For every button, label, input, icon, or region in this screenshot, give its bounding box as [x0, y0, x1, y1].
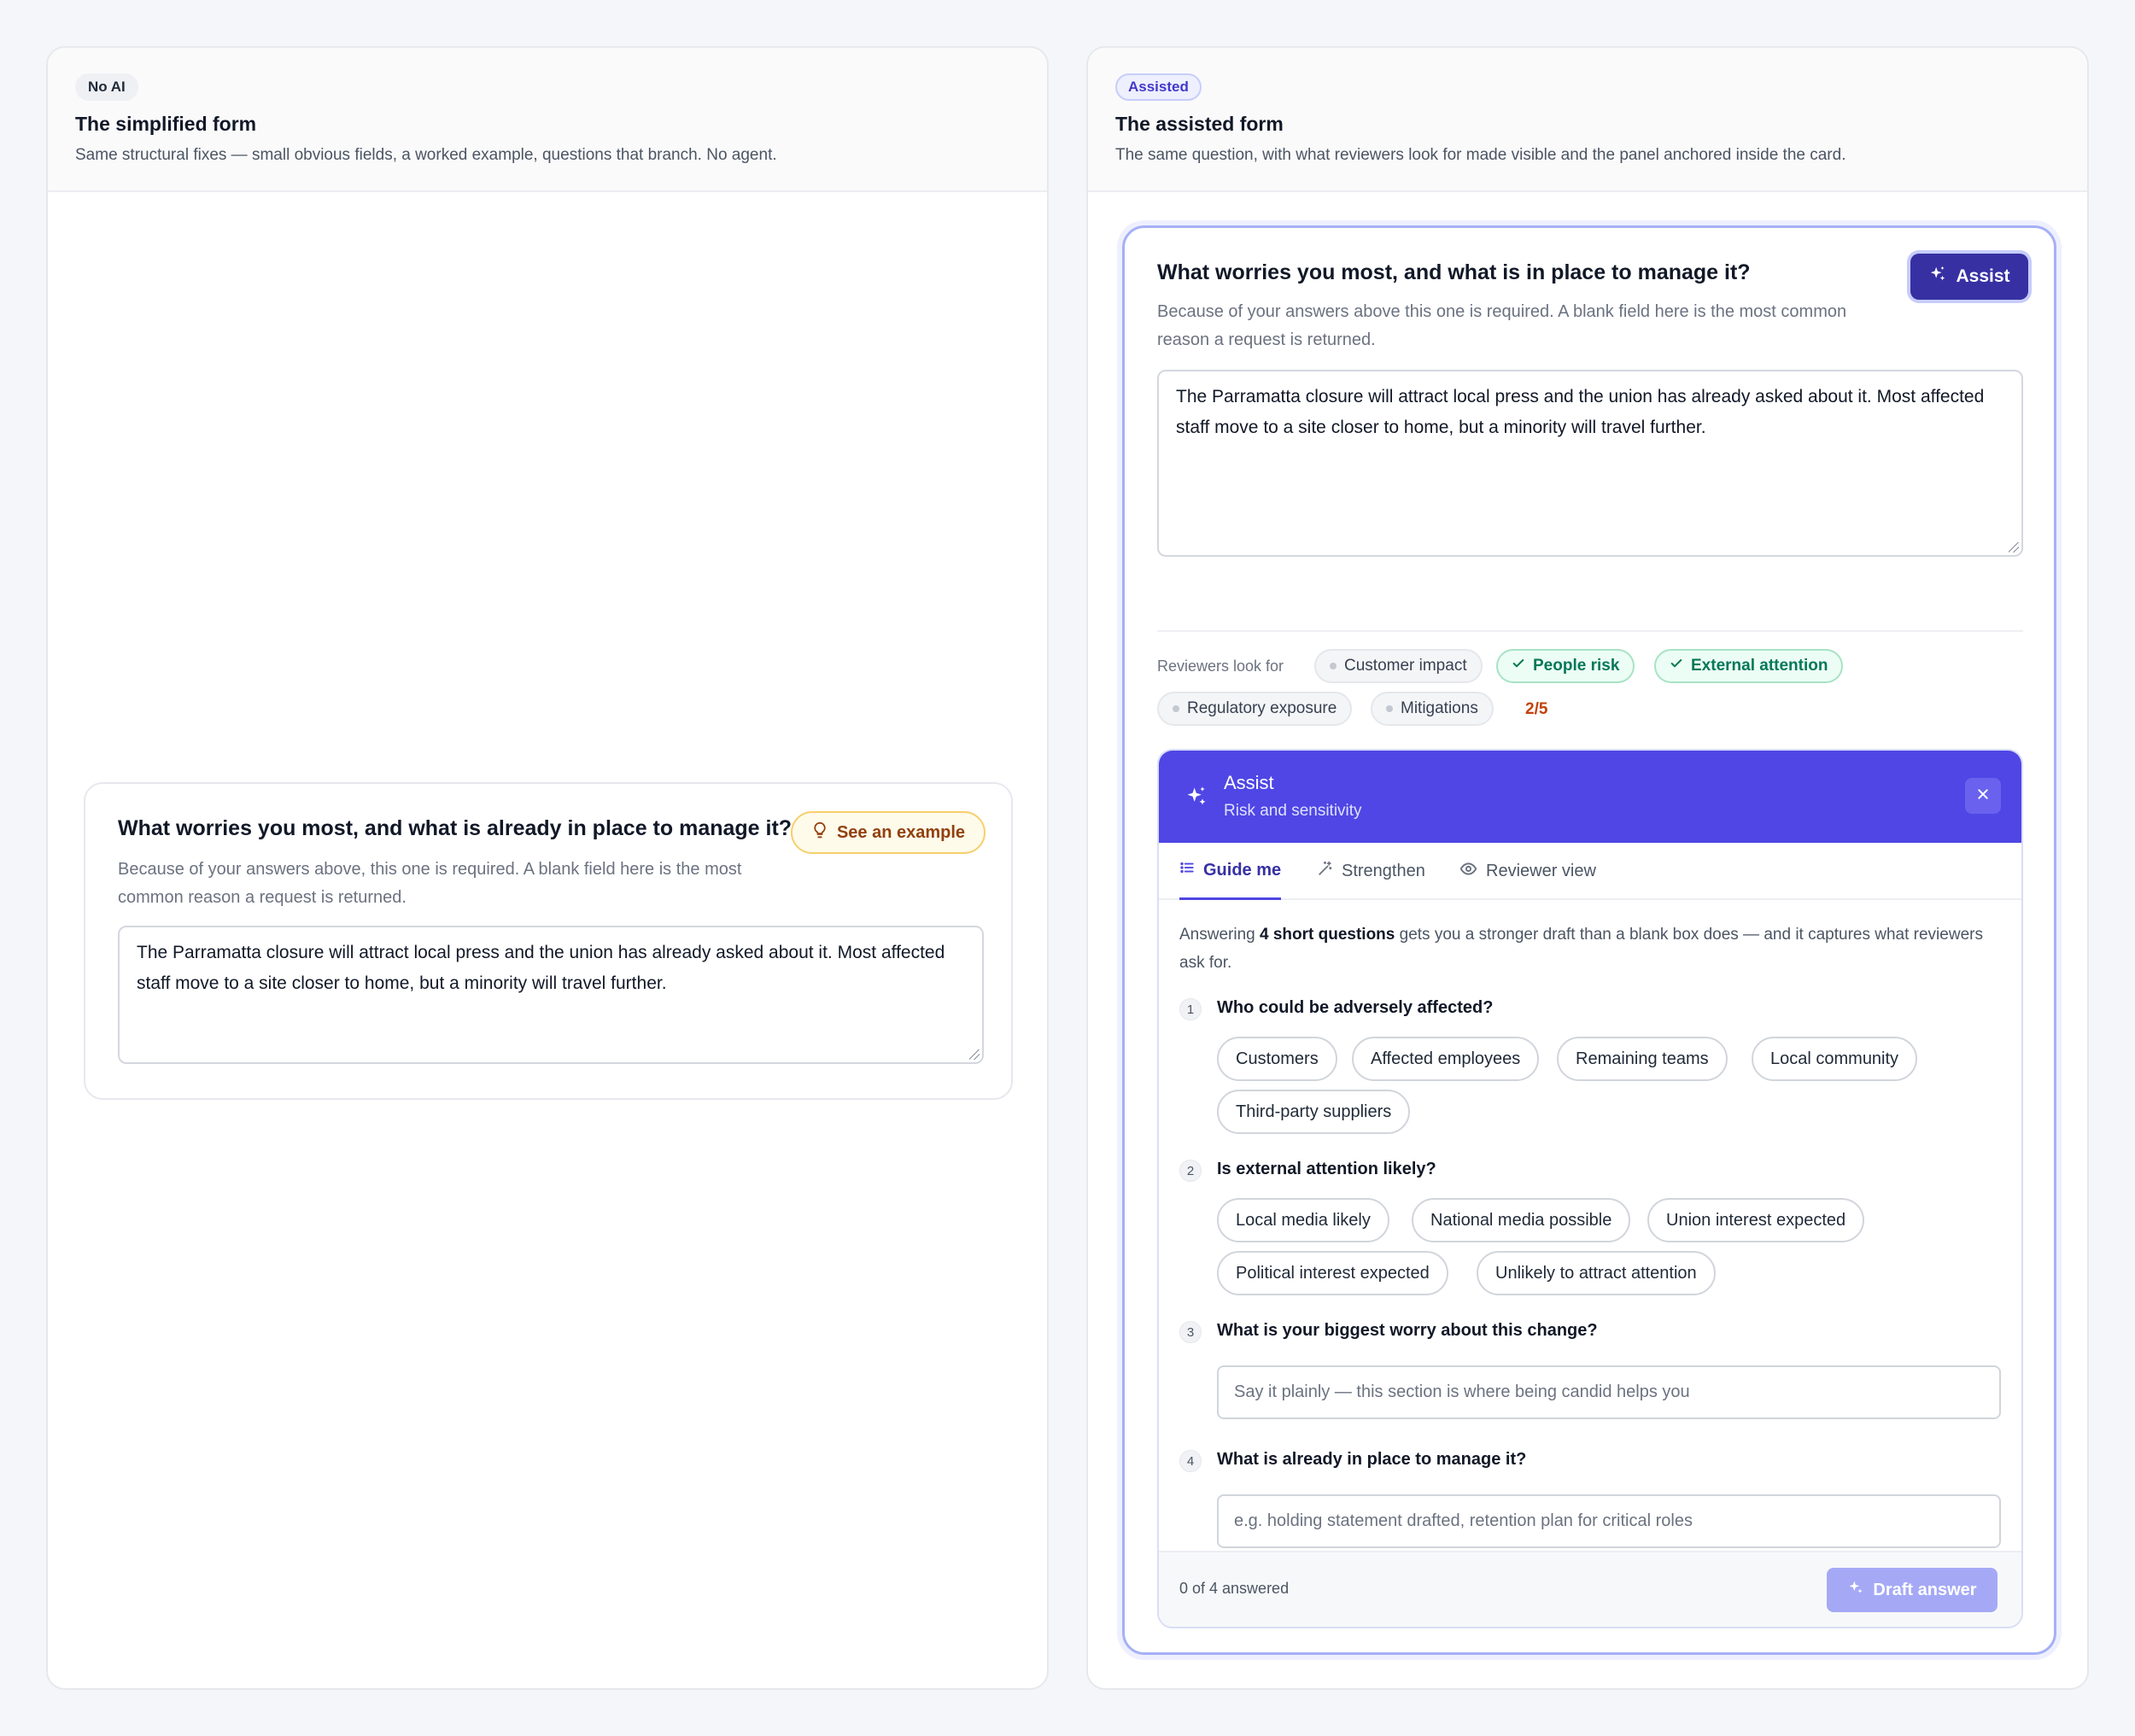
- intro-text: Answering: [1179, 926, 1260, 944]
- pending-dot-icon: [1386, 705, 1393, 712]
- guide-me-content: Answering 4 short questions gets you a s…: [1159, 900, 2021, 1600]
- worry-input[interactable]: Say it plainly — this section is where b…: [1217, 1365, 2001, 1419]
- question-title: What worries you most, and what is in pl…: [1157, 260, 1751, 284]
- assist-tabs: Guide me Strengthen Reviewer view: [1159, 843, 2021, 900]
- chip-label: People risk: [1533, 657, 1620, 675]
- close-button[interactable]: [1965, 778, 2001, 814]
- panel-title: The assisted form: [1115, 113, 1284, 135]
- divider: [1157, 630, 2023, 632]
- mitigation-input[interactable]: e.g. holding statement drafted, retentio…: [1217, 1494, 2001, 1548]
- check-icon: [1670, 657, 1683, 675]
- question-number: 2: [1179, 1160, 1202, 1182]
- close-icon: [1976, 787, 1990, 805]
- question-number: 4: [1179, 1450, 1202, 1472]
- criterion-chip-regulatory-exposure: Regulatory exposure: [1157, 692, 1353, 726]
- criterion-chip-external-attention: External attention: [1654, 649, 1844, 683]
- pending-dot-icon: [1330, 663, 1337, 669]
- assist-panel-title: Assist: [1224, 772, 1274, 793]
- see-example-button[interactable]: See an example: [791, 811, 986, 854]
- option-chip[interactable]: Customers: [1217, 1037, 1337, 1081]
- option-chip[interactable]: Union interest expected: [1647, 1198, 1865, 1242]
- criterion-chip-mitigations: Mitigations: [1371, 692, 1494, 726]
- option-chip[interactable]: Remaining teams: [1557, 1037, 1728, 1081]
- question-card: What worries you most, and what is alrea…: [84, 782, 1013, 1100]
- no-ai-tag: No AI: [75, 73, 138, 101]
- tab-reviewer-view[interactable]: Reviewer view: [1459, 843, 1596, 900]
- tab-label: Strengthen: [1342, 862, 1425, 880]
- intro-bold: 4 short questions: [1260, 926, 1395, 944]
- tab-strengthen[interactable]: Strengthen: [1317, 843, 1425, 900]
- option-chip[interactable]: Unlikely to attract attention: [1477, 1251, 1716, 1295]
- option-chip[interactable]: Local media likely: [1217, 1198, 1389, 1242]
- magic-wand-icon: [1317, 861, 1333, 882]
- answer-textarea[interactable]: The Parramatta closure will attract loca…: [1157, 370, 2023, 557]
- guide-question: What is your biggest worry about this ch…: [1217, 1321, 1598, 1340]
- pending-dot-icon: [1173, 705, 1179, 712]
- assist-panel: Assist Risk and sensitivity Guide me Str…: [1157, 749, 2023, 1628]
- sparkle-icon: [1928, 265, 1947, 289]
- panel-subtitle: The same question, with what reviewers l…: [1115, 146, 1846, 164]
- criterion-chip-people-risk: People risk: [1496, 649, 1635, 683]
- input-placeholder: e.g. holding statement drafted, retentio…: [1234, 1511, 1693, 1530]
- option-chip[interactable]: National media possible: [1412, 1198, 1631, 1242]
- assisted-tag: Assisted: [1115, 73, 1202, 101]
- assist-button-label: Assist: [1956, 266, 2010, 286]
- list-icon: [1179, 860, 1195, 880]
- answer-text: The Parramatta closure will attract loca…: [1176, 387, 1985, 437]
- see-example-label: See an example: [836, 822, 966, 842]
- answer-text: The Parramatta closure will attract loca…: [137, 943, 945, 993]
- guide-question: Is external attention likely?: [1217, 1160, 1436, 1178]
- question-help: Because of your answers above this one i…: [1157, 302, 1847, 349]
- tab-label: Reviewer view: [1486, 862, 1596, 880]
- assist-panel-header: Assist Risk and sensitivity: [1159, 751, 2021, 843]
- sparkle-icon: [1184, 785, 1208, 813]
- chip-label: External attention: [1691, 657, 1828, 675]
- resize-grip-icon[interactable]: [2009, 542, 2019, 552]
- option-chip[interactable]: Political interest expected: [1217, 1251, 1448, 1295]
- tab-guide-me[interactable]: Guide me: [1179, 843, 1282, 900]
- question-number: 1: [1179, 998, 1202, 1020]
- panel-title: The simplified form: [75, 113, 257, 135]
- question-help: Because of your answers above, this one …: [118, 860, 742, 907]
- draft-answer-button[interactable]: Draft answer: [1827, 1568, 1998, 1612]
- panel-subtitle: Same structural fixes — small obvious fi…: [75, 146, 777, 164]
- guide-intro: Answering 4 short questions gets you a s…: [1179, 921, 2004, 977]
- input-placeholder: Say it plainly — this section is where b…: [1234, 1382, 1690, 1401]
- assist-panel-footer: 0 of 4 answered Draft answer: [1159, 1551, 2021, 1627]
- panel-header: Assisted The assisted form The same ques…: [1088, 48, 2087, 192]
- question-title: What worries you most, and what is alrea…: [118, 816, 793, 840]
- draft-answer-label: Draft answer: [1873, 1580, 1977, 1599]
- sparkle-icon: [1847, 1579, 1864, 1601]
- chip-label: Customer impact: [1344, 657, 1467, 675]
- guide-question: Who could be adversely affected?: [1217, 998, 1494, 1017]
- resize-grip-icon[interactable]: [969, 1049, 980, 1060]
- reviewers-label: Reviewers look for: [1157, 658, 1284, 675]
- option-chip[interactable]: Local community: [1752, 1037, 1918, 1081]
- criterion-chip-customer-impact: Customer impact: [1314, 649, 1483, 683]
- simplified-form-panel: No AI The simplified form Same structura…: [46, 46, 1049, 1690]
- chip-label: Regulatory exposure: [1187, 699, 1337, 717]
- answer-textarea[interactable]: The Parramatta closure will attract loca…: [118, 926, 984, 1064]
- chip-label: Mitigations: [1401, 699, 1478, 717]
- tab-label: Guide me: [1203, 860, 1282, 880]
- assisted-form-panel: Assisted The assisted form The same ques…: [1086, 46, 2089, 1690]
- assisted-question-card: What worries you most, and what is in pl…: [1122, 225, 2056, 1655]
- guide-question: What is already in place to manage it?: [1217, 1450, 1527, 1469]
- option-chip[interactable]: Affected employees: [1352, 1037, 1540, 1081]
- criteria-score: 2/5: [1525, 700, 1548, 718]
- panel-header: No AI The simplified form Same structura…: [48, 48, 1047, 192]
- answered-count: 0 of 4 answered: [1179, 1580, 1290, 1597]
- check-icon: [1512, 657, 1525, 675]
- question-number: 3: [1179, 1321, 1202, 1343]
- eye-icon: [1459, 860, 1477, 883]
- assist-panel-subtitle: Risk and sensitivity: [1224, 802, 1362, 820]
- assist-button[interactable]: Assist: [1910, 254, 2028, 300]
- lightbulb-icon: [811, 821, 828, 844]
- option-chip[interactable]: Third-party suppliers: [1217, 1090, 1411, 1134]
